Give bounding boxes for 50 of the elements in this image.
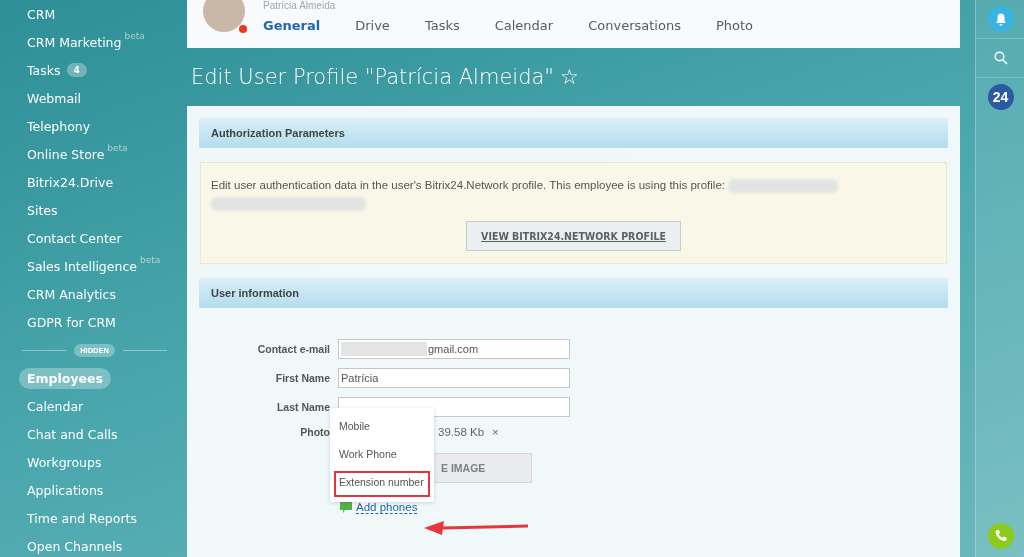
logo-badge[interactable]: 24 <box>987 84 1014 110</box>
sidebar-item[interactable]: Employees <box>0 364 187 392</box>
section-header: User information <box>199 278 948 308</box>
sidebar-item[interactable]: Bitrix24.Drive <box>0 168 187 196</box>
phone-icon[interactable] <box>987 523 1014 549</box>
input-field[interactable]: gmail.com <box>338 339 570 359</box>
favorite-star[interactable]: ☆ <box>560 65 579 89</box>
profile-tab[interactable]: Drive <box>337 14 407 38</box>
sidebar-item[interactable]: GDPR for CRM <box>0 308 187 336</box>
user-name: Patrícia Almeida <box>263 0 337 11</box>
sidebar-item[interactable]: Workgroups <box>0 448 187 476</box>
page-title: Edit User Profile "Patrícia Almeida" <box>191 65 554 89</box>
sidebar-item[interactable]: Time and Reports <box>0 504 187 532</box>
sidebar-item[interactable]: Webmail <box>0 84 187 112</box>
profile-tab[interactable]: Photo <box>697 14 770 38</box>
beta-label: beta <box>140 255 161 265</box>
sidebar-item[interactable]: Tasks 4 <box>0 56 187 84</box>
sidebar-item[interactable]: Telephony <box>0 112 187 140</box>
sidebar-item[interactable]: Sites <box>0 196 187 224</box>
field-label: Contact e-mail <box>256 343 330 355</box>
bell-icon[interactable] <box>987 6 1014 32</box>
sidebar-item[interactable]: Applications <box>0 476 187 504</box>
sidebar-item[interactable]: Chat and Calls <box>0 420 187 448</box>
profile-tab[interactable]: Conversations <box>570 14 698 38</box>
profile-tab[interactable]: Tasks <box>406 14 477 38</box>
field-label: Photo <box>299 426 330 438</box>
sidebar-item[interactable]: Contact Center <box>0 224 187 252</box>
remove-button[interactable]: × <box>492 426 499 438</box>
beta-label: beta <box>107 143 128 153</box>
view-profile-button[interactable]: VIEW BITRIX24.NETWORK PROFILE <box>466 221 681 251</box>
info-text: Edit user authentication data in the user's Bitrix24.Network profile. This employee is using this profile: <box>211 179 725 191</box>
section-header: Authorization Parameters <box>199 118 948 148</box>
search-icon[interactable] <box>993 51 1008 65</box>
counter-badge: 4 <box>66 63 87 77</box>
field-label: First Name <box>274 372 330 384</box>
phone-chat-icon <box>340 502 352 513</box>
sidebar-item[interactable]: CRM Marketing beta <box>0 28 187 56</box>
profile-tab[interactable]: Calendar <box>476 14 571 38</box>
sidebar-item[interactable]: CRM <box>0 0 187 28</box>
input-field[interactable]: Patrícia <box>338 368 570 388</box>
sidebar-item[interactable]: CRM Analytics <box>0 280 187 308</box>
sidebar-item[interactable]: Calendar <box>0 392 187 420</box>
beta-label: beta <box>124 31 145 41</box>
sidebar-item[interactable]: Open Channels <box>0 532 187 557</box>
sidebar-item[interactable]: Online Store beta <box>0 140 187 168</box>
sidebar-item[interactable]: Sales Intelligence beta <box>0 252 187 280</box>
menu-item[interactable]: Mobile <box>330 414 434 442</box>
field-label: Last Name <box>275 401 330 413</box>
profile-tab[interactable]: General <box>263 14 338 38</box>
file-size: 39.58 Kb <box>438 426 485 438</box>
